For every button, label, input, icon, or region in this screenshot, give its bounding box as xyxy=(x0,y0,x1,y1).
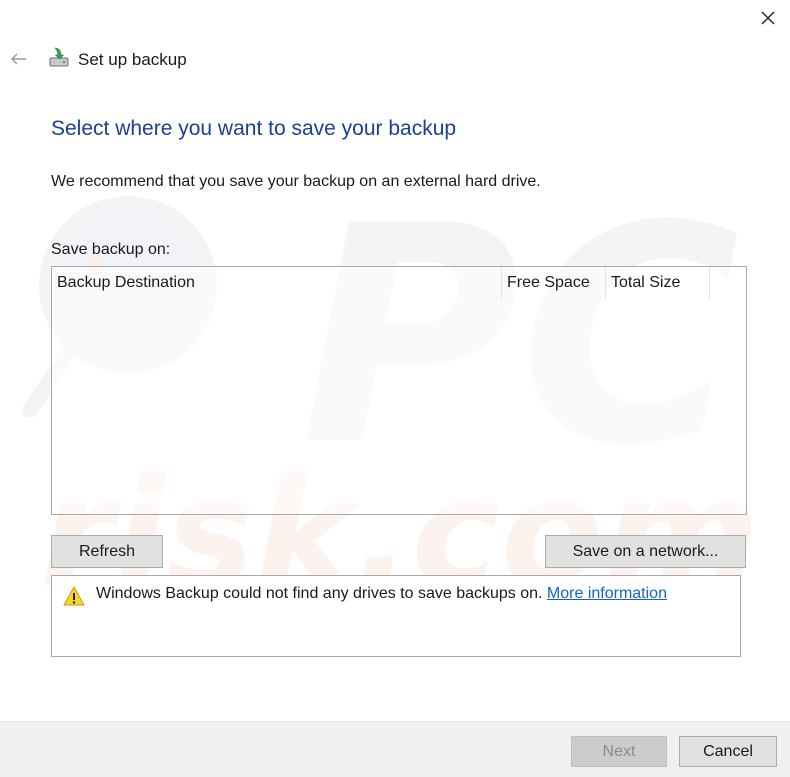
save-on-network-button[interactable]: Save on a network... xyxy=(545,535,746,568)
warning-message: Windows Backup could not find any drives… xyxy=(96,585,543,602)
warning-text: Windows Backup could not find any drives… xyxy=(96,585,667,603)
warning-icon xyxy=(63,586,85,606)
window-title: Set up backup xyxy=(78,50,187,69)
backup-destination-list[interactable]: Backup Destination Free Space Total Size xyxy=(51,266,747,515)
footer-bar: Next Cancel xyxy=(0,721,790,777)
column-header-backup-destination[interactable]: Backup Destination xyxy=(52,267,502,299)
recommendation-text: We recommend that you save your backup o… xyxy=(51,173,541,190)
column-header-total-size[interactable]: Total Size xyxy=(606,267,710,299)
save-backup-on-label: Save backup on: xyxy=(51,241,171,258)
more-information-link[interactable]: More information xyxy=(547,585,667,602)
warning-box: Windows Backup could not find any drives… xyxy=(51,575,741,657)
close-icon xyxy=(761,11,775,25)
back-button[interactable] xyxy=(8,48,30,70)
list-header: Backup Destination Free Space Total Size xyxy=(52,267,746,299)
backup-drive-icon xyxy=(49,47,69,67)
close-button[interactable] xyxy=(752,4,784,32)
cancel-button[interactable]: Cancel xyxy=(679,736,777,767)
column-header-free-space[interactable]: Free Space xyxy=(502,267,606,299)
next-button[interactable]: Next xyxy=(571,736,667,767)
page-heading: Select where you want to save your backu… xyxy=(51,117,457,140)
back-arrow-icon xyxy=(11,53,26,65)
refresh-button[interactable]: Refresh xyxy=(51,535,163,568)
